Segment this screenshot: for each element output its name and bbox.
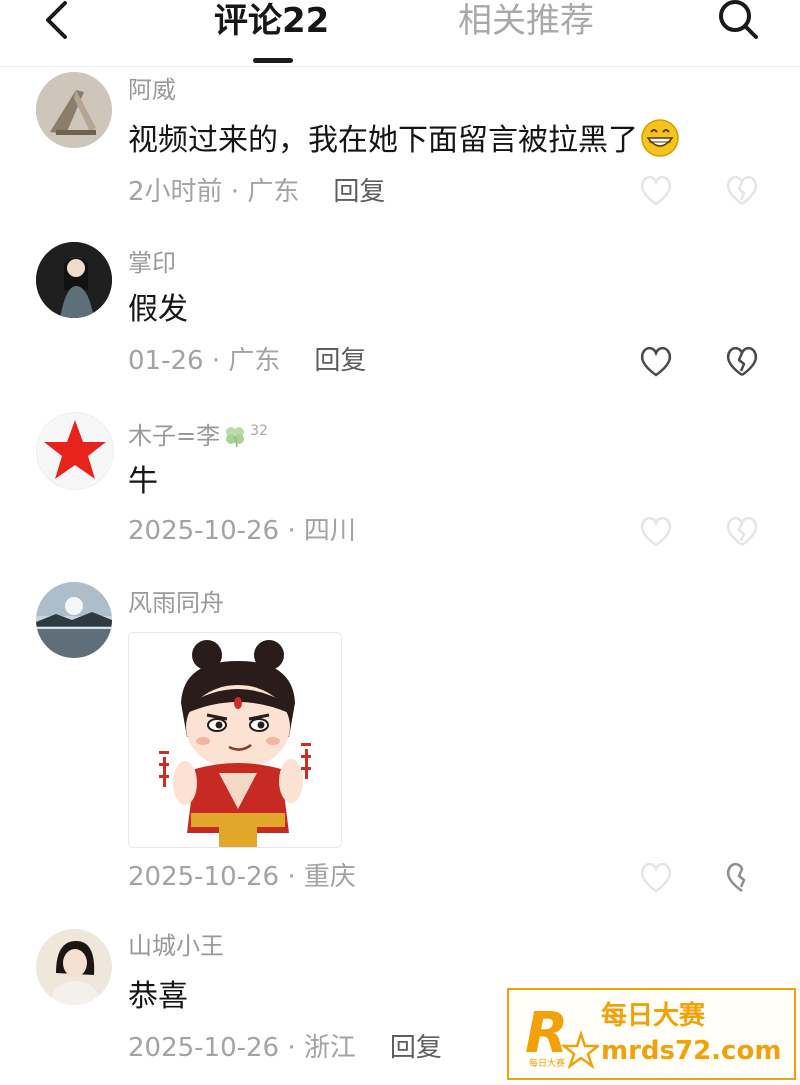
avatar[interactable] [36,412,114,490]
top-bar: 评论22 相关推荐 [0,0,800,67]
avatar[interactable] [36,72,112,148]
reply-button[interactable]: 回复 [333,177,385,207]
like-icon[interactable] [638,860,674,894]
comment-meta: 01-26 · 广东 回复 [128,344,366,378]
level-badge: 32 [250,423,268,439]
comment-time-location: 01-26 · 广东 [128,346,281,376]
comment-text: 牛 [128,464,158,499]
comment-time-location: 2025-10-26 · 浙江 [128,1033,356,1063]
watermark-logo-subtext: 每日大赛 [529,1057,565,1069]
comment-meta: 2025-10-26 · 四川 [128,516,356,546]
comment-text-content: 视频过来的，我在她下面留言被拉黑了 [128,123,638,158]
comment-username[interactable]: 掌印 [128,248,176,278]
grinning-face-icon [640,118,680,158]
comment-item: 阿威 视频过来的，我在她下面留言被拉黑了 2小时前 · 广东 回复 [0,70,800,220]
comment-username[interactable]: 阿威 [128,75,176,105]
reply-button[interactable]: 回复 [390,1033,442,1063]
dislike-icon[interactable] [724,173,760,207]
dislike-icon[interactable] [724,344,760,378]
search-icon[interactable] [712,0,762,40]
watermark-title: 每日大赛 [601,1001,706,1031]
comment-username[interactable]: 风雨同舟 [128,588,224,618]
avatar[interactable] [36,242,112,318]
clover-icon [222,424,248,448]
watermark-url: mrds72.com [601,1036,782,1066]
comment-meta: 2025-10-26 · 重庆 [128,862,356,892]
comment-item: 风雨同舟 2025-10-26 · 重庆 [0,580,800,910]
tab-comments[interactable]: 评论22 [214,0,329,42]
reply-button[interactable]: 回复 [314,346,366,376]
dislike-icon[interactable] [724,860,760,894]
back-arrow-icon[interactable] [38,0,78,40]
comment-username[interactable]: 木子=李 32 [128,416,268,451]
svg-text:R: R [525,1001,568,1066]
comment-username[interactable]: 山城小王 [128,931,224,961]
watermark-banner: R 每日大赛 每日大赛 mrds72.com [507,988,796,1080]
comment-text: 视频过来的，我在她下面留言被拉黑了 [128,118,680,161]
avatar[interactable] [36,582,112,658]
like-icon[interactable] [638,514,674,548]
comment-text: 恭喜 [128,979,188,1014]
comment-text: 假发 [128,292,188,327]
like-icon[interactable] [638,344,674,378]
comment-item: 掌印 假发 01-26 · 广东 回复 [0,240,800,390]
comment-meta: 2025-10-26 · 浙江 回复 [128,1031,442,1065]
active-tab-indicator [253,58,293,63]
dislike-icon[interactable] [724,514,760,548]
comment-meta: 2小时前 · 广东 回复 [128,175,385,209]
comment-time-location: 2小时前 · 广东 [128,177,300,207]
avatar[interactable] [36,929,112,1005]
comment-item: 木子=李 32 牛 2025-10-26 · 四川 [0,410,800,560]
sticker-image[interactable] [128,632,342,848]
watermark-logo: R 每日大赛 [521,1000,602,1070]
comment-username-text: 木子=李 [128,422,221,450]
like-icon[interactable] [638,173,674,207]
tab-recommended[interactable]: 相关推荐 [458,0,594,42]
